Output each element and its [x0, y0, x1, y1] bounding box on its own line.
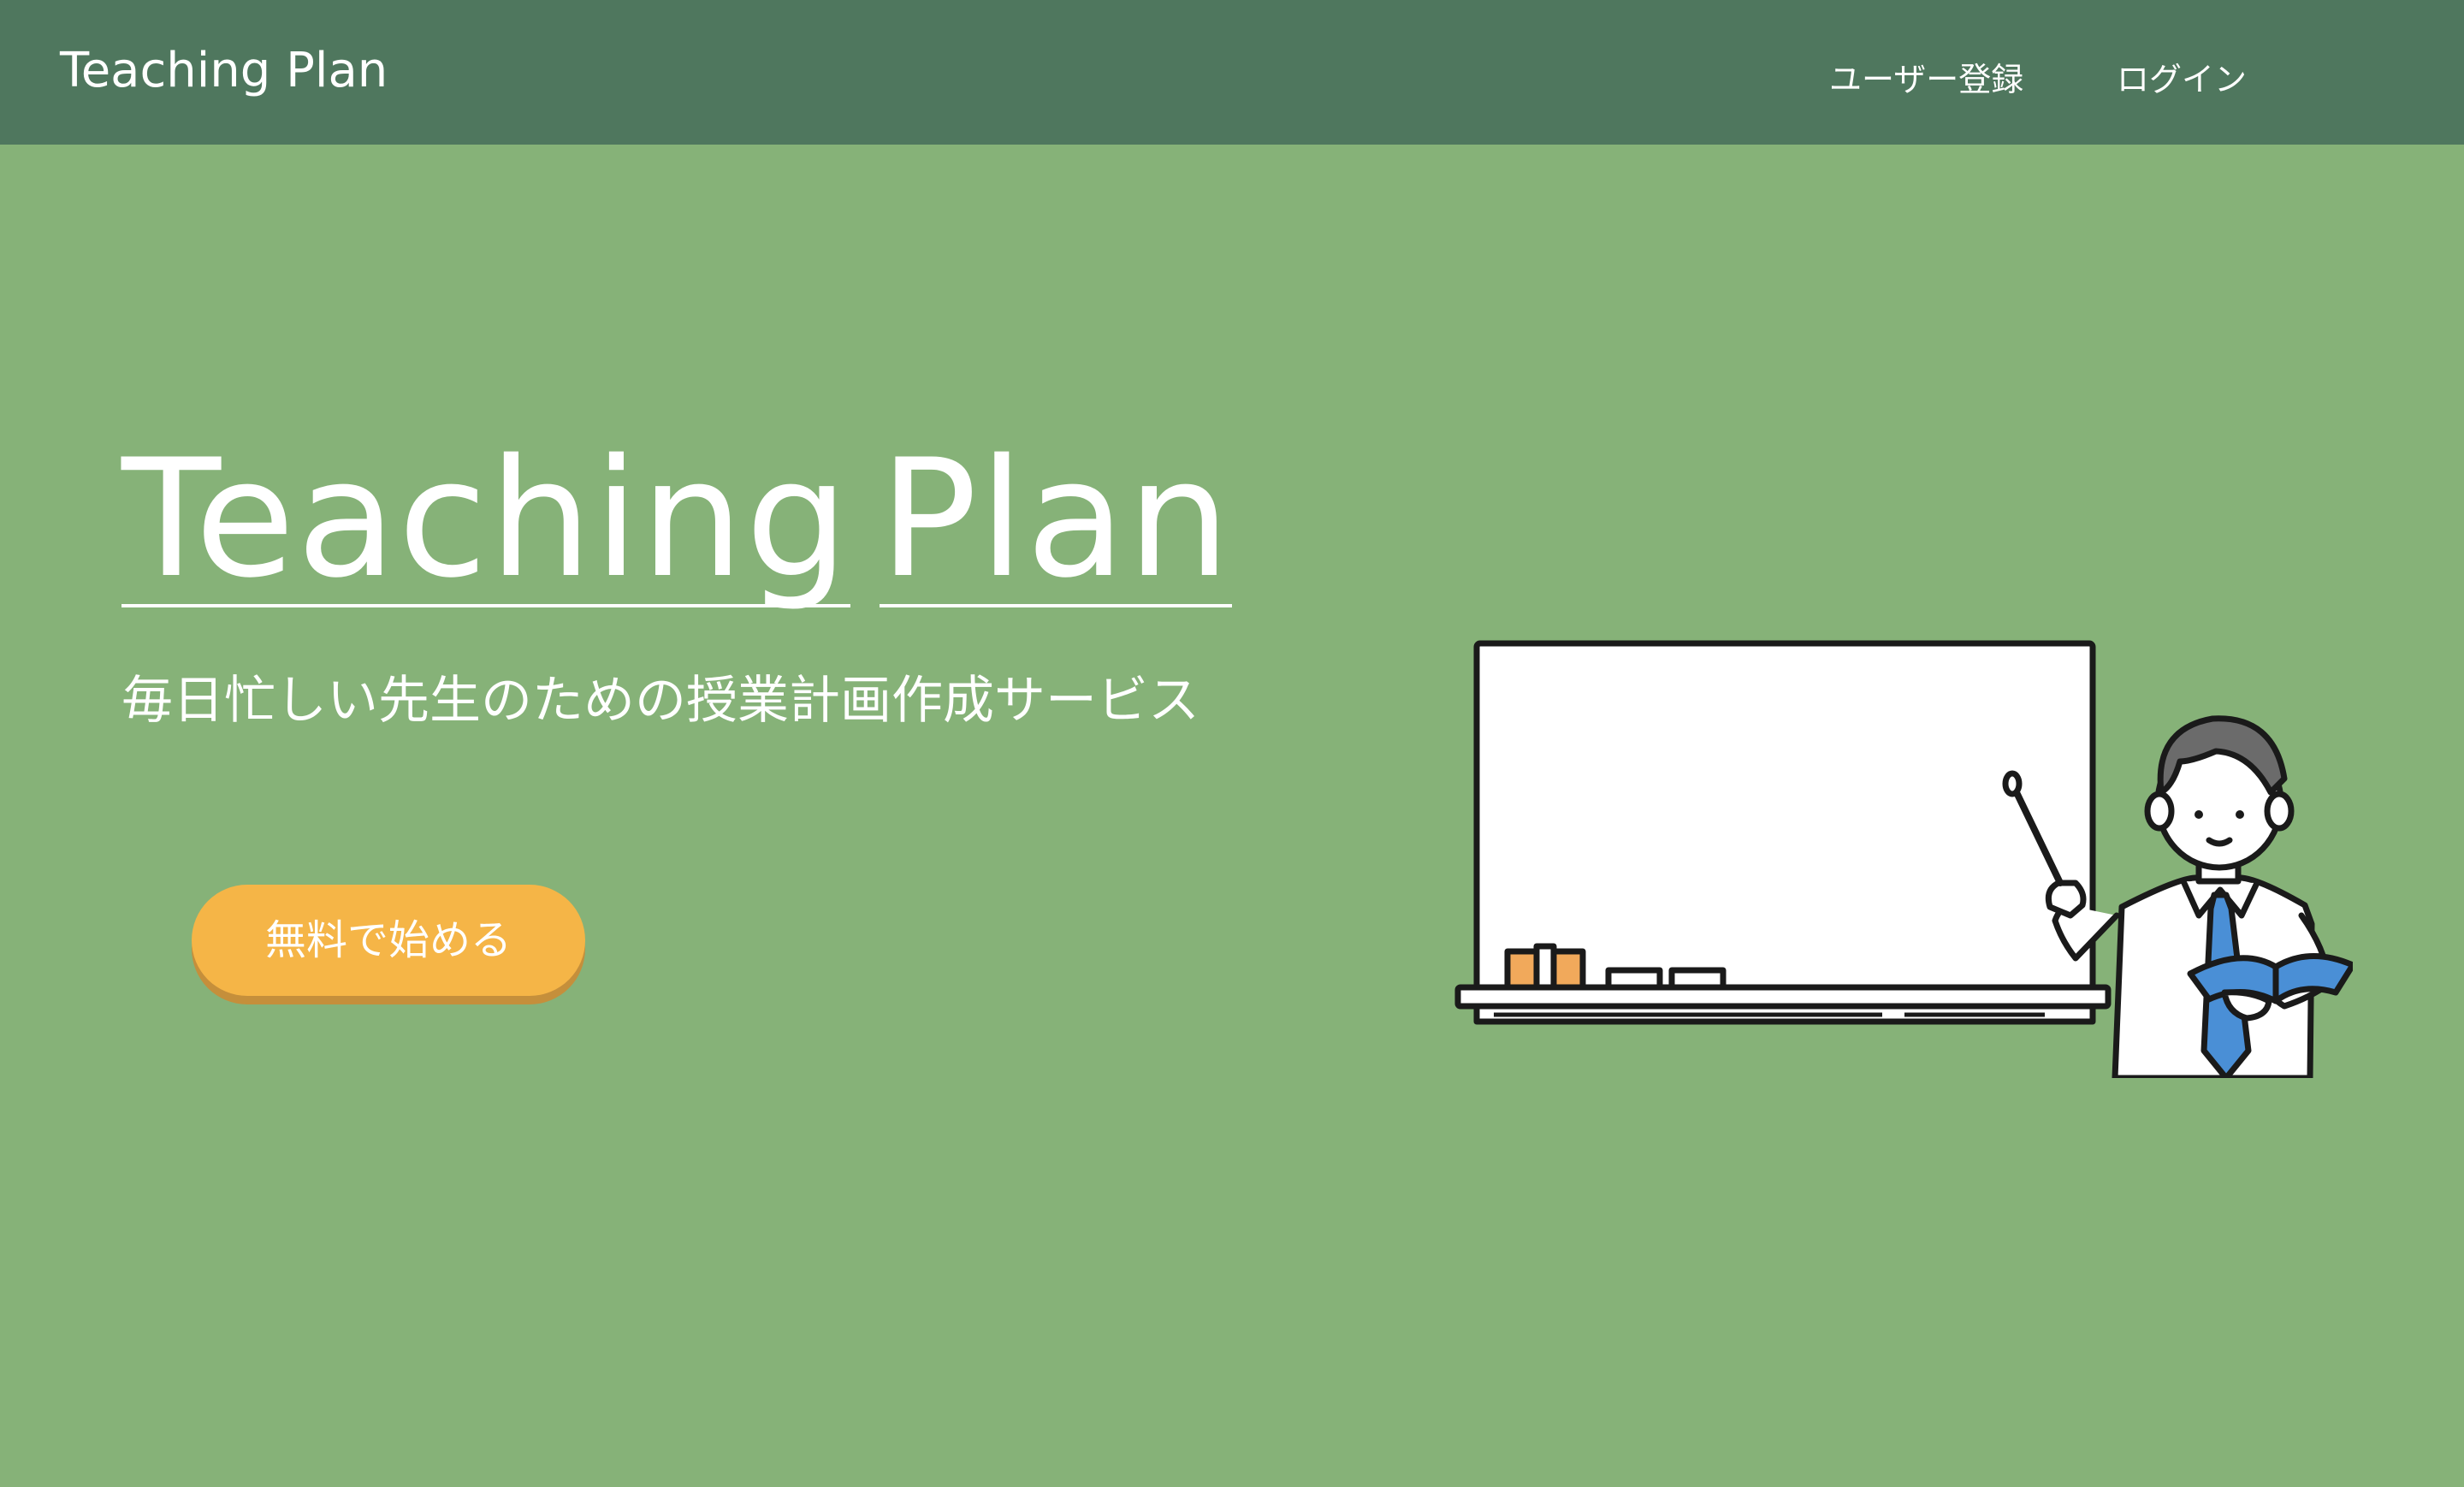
start-free-button[interactable]: 無料で始める: [192, 885, 585, 996]
nav-login-link[interactable]: ログイン: [2117, 53, 2247, 100]
hero-title: Teaching Plan: [121, 424, 1233, 613]
site-header: Teaching Plan ユーザー登録 ログイン: [0, 0, 2464, 145]
whiteboard-icon: [1454, 640, 2112, 1025]
nav-register-link[interactable]: ユーザー登録: [1829, 53, 2023, 100]
hero-title-word-teaching: Teaching: [121, 424, 850, 613]
hero-subtitle: 毎日忙しい先生のための授業計画作成サービス: [121, 671, 1199, 731]
brand-logo[interactable]: Teaching Plan: [60, 43, 388, 98]
teacher-whiteboard-illustration: [1454, 640, 2353, 1078]
hero-title-word-plan: Plan: [879, 424, 1233, 613]
